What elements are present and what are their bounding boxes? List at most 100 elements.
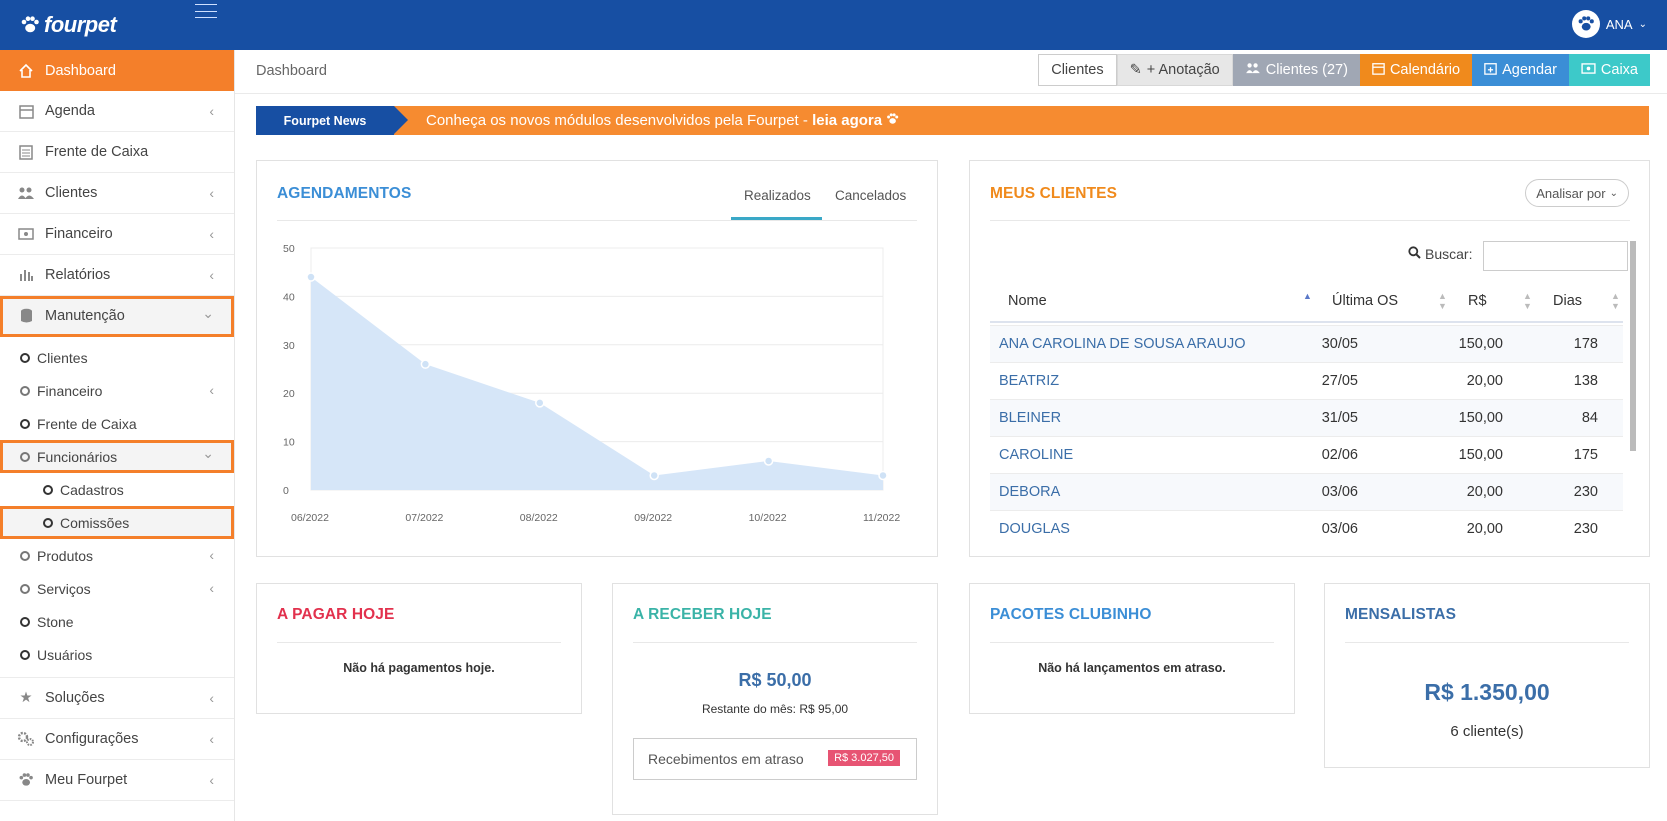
table-row[interactable]: ANA CAROLINA DE SOUSA ARAUJO 30/05 150,00 1… — [990, 325, 1623, 362]
sidebar-subitem-servicos[interactable]: Serviços ‹ — [0, 572, 234, 605]
menu-toggle-icon[interactable] — [195, 4, 217, 18]
sidebar-subitem-financeiro[interactable]: Financeiro ‹ — [0, 374, 234, 407]
sidebar-label: Frente de Caixa — [37, 415, 137, 432]
chevron-left-icon: ‹ — [209, 731, 214, 747]
table-row[interactable]: CAROLINE 02/06 150,00 175 — [990, 436, 1623, 473]
circle-icon — [20, 616, 30, 627]
sort-icon[interactable]: ▲ ▼ — [1523, 291, 1532, 311]
tab-cancelados[interactable]: Cancelados — [835, 188, 906, 203]
table-row[interactable]: DOUGLAS 03/06 20,00 230 — [990, 510, 1623, 547]
cell-nome[interactable]: CAROLINE — [999, 447, 1073, 463]
atraso-badge: R$ 3.027,50 — [828, 750, 900, 766]
column-header-dias[interactable]: Dias — [1553, 293, 1582, 309]
tab-realizados[interactable]: Realizados — [744, 188, 811, 203]
sidebar-item-solucoes[interactable]: ★ Soluções ‹ — [0, 678, 234, 719]
cell-rs: 20,00 — [1466, 521, 1503, 537]
sidebar-subitem-frente-de-caixa[interactable]: Frente de Caixa — [0, 407, 234, 440]
logo[interactable]: fourpet — [20, 12, 117, 38]
cell-dias: 230 — [1573, 521, 1598, 537]
sidebar-subitem-funcionarios[interactable]: Funcionários ⌄ — [0, 440, 234, 473]
sidebar-item-frente-de-caixa[interactable]: Frente de Caixa — [0, 132, 234, 173]
chevron-left-icon: ‹ — [209, 267, 214, 283]
circle-icon — [20, 649, 30, 660]
sidebar-subitem-stone[interactable]: Stone — [0, 605, 234, 638]
dropdown-label: Analisar por — [1536, 185, 1606, 201]
chevron-left-icon: ‹ — [209, 226, 214, 242]
user-name: ANA — [1605, 16, 1633, 32]
sidebar-item-dashboard[interactable]: Dashboard — [0, 50, 234, 91]
sidebar-label: Cadastros — [60, 481, 124, 498]
analisar-por-dropdown[interactable]: Analisar por ⌄ — [1525, 179, 1629, 207]
cell-nome[interactable]: DEBORA — [999, 484, 1060, 500]
sidebar-item-relatorios[interactable]: Relatórios ‹ — [0, 255, 234, 296]
cell-ultima-os: 27/05 — [1321, 373, 1358, 389]
table-row[interactable]: BEATRIZ 27/05 20,00 138 — [990, 362, 1623, 399]
agendamentos-panel: AGENDAMENTOS Realizados Cancelados 0 10 20… — [256, 160, 938, 557]
agendar-button[interactable]: Agendar — [1472, 54, 1569, 86]
data-point — [878, 470, 888, 481]
chevron-left-icon: ‹ — [209, 580, 214, 596]
circle-icon — [43, 517, 53, 528]
table-row[interactable]: DEBORA 03/06 20,00 230 — [990, 473, 1623, 510]
news-link[interactable]: leia agora — [812, 112, 882, 129]
chevron-left-icon: ‹ — [209, 185, 214, 201]
mensalistas-clientes: 6 cliente(s) — [1450, 723, 1524, 740]
panel-title: A RECEBER HOJE — [633, 606, 772, 623]
sidebar-subitem-clientes[interactable]: Clientes — [0, 341, 234, 374]
sort-asc-icon[interactable]: ▲ — [1303, 291, 1312, 301]
sidebar-subitem-produtos[interactable]: Produtos ‹ — [0, 539, 234, 572]
calendario-button[interactable]: Calendário — [1359, 54, 1473, 86]
sort-icon[interactable]: ▲ ▼ — [1611, 291, 1620, 311]
column-header-nome[interactable]: Nome — [1008, 293, 1047, 309]
atraso-box[interactable]: Recebimentos em atraso R$ 3.027,50 — [633, 738, 917, 780]
sidebar-item-agenda[interactable]: Agenda ‹ — [0, 91, 234, 132]
anotacao-button[interactable]: ✎ + Anotação — [1116, 54, 1233, 86]
circle-icon — [20, 451, 30, 462]
sidebar-label: Agenda — [45, 103, 95, 119]
panel-divider — [277, 642, 561, 643]
sidebar-label: Soluções — [45, 690, 105, 706]
column-header-rs[interactable]: R$ — [1468, 293, 1487, 309]
sidebar-subitem-cadastros[interactable]: Cadastros — [0, 473, 234, 506]
agendamentos-chart: 0 10 20 30 40 50 06/2022 07/2022 08/2022 09/2022 1… — [283, 243, 900, 524]
sidebar-item-clientes[interactable]: Clientes ‹ — [0, 173, 234, 214]
cell-nome[interactable]: BLEINER — [999, 410, 1061, 426]
y-tick-label: 30 — [283, 340, 295, 352]
button-label: Clientes — [1051, 62, 1104, 78]
cell-nome[interactable]: BEATRIZ — [999, 373, 1059, 389]
caixa-button[interactable]: Caixa — [1568, 54, 1650, 86]
chevron-left-icon: ‹ — [209, 103, 214, 119]
sidebar-subitem-comissoes[interactable]: Comissões — [0, 506, 234, 539]
panel-title: MENSALISTAS — [1345, 606, 1457, 623]
circle-icon — [20, 352, 30, 363]
sort-icon[interactable]: ▲ ▼ — [1438, 291, 1447, 311]
column-header-ultima-os[interactable]: Última OS — [1332, 293, 1398, 309]
panel-title: PACOTES CLUBINHO — [990, 606, 1152, 623]
sidebar-item-meu-fourpet[interactable]: Meu Fourpet ‹ — [0, 760, 234, 801]
sidebar-item-configuracoes[interactable]: Configurações ‹ — [0, 719, 234, 760]
sidebar-item-manutencao[interactable]: Manutenção ⌄ — [0, 296, 234, 337]
empty-message: Não há lançamentos em atraso. — [1038, 661, 1226, 675]
paw-logo-icon — [21, 16, 39, 33]
user-menu[interactable]: ANA ⌄ — [1571, 10, 1647, 38]
cell-nome[interactable]: DOUGLAS — [999, 521, 1070, 537]
clientes-button[interactable]: Clientes — [1038, 54, 1117, 86]
button-label: Clientes (27) — [1265, 62, 1348, 78]
sidebar-item-financeiro[interactable]: Financeiro ‹ — [0, 214, 234, 255]
clientes-count-button[interactable]: Clientes (27) — [1232, 54, 1360, 86]
sidebar-label: Produtos — [37, 547, 94, 564]
sidebar-label: Configurações — [45, 731, 139, 747]
empty-message: Não há pagamentos hoje. — [343, 661, 495, 675]
cell-nome[interactable]: ANA CAROLINA DE SOUSA ARAUJO — [999, 336, 1246, 352]
table-scrollbar[interactable] — [1630, 241, 1636, 451]
x-tick-label: 10/2022 — [749, 512, 787, 524]
search-input[interactable] — [1483, 241, 1628, 271]
cell-rs: 150,00 — [1458, 336, 1503, 352]
table-row[interactable]: BLEINER 31/05 150,00 84 — [990, 399, 1623, 436]
sidebar-label: Usuários — [37, 646, 93, 663]
chevron-left-icon: ‹ — [209, 772, 214, 788]
sidebar-subitem-usuarios[interactable]: Usuários — [0, 638, 234, 671]
button-label: Caixa — [1600, 62, 1638, 78]
news-banner[interactable]: Fourpet News Conheça os novos módulos de… — [256, 106, 1649, 135]
money-icon — [17, 225, 35, 243]
